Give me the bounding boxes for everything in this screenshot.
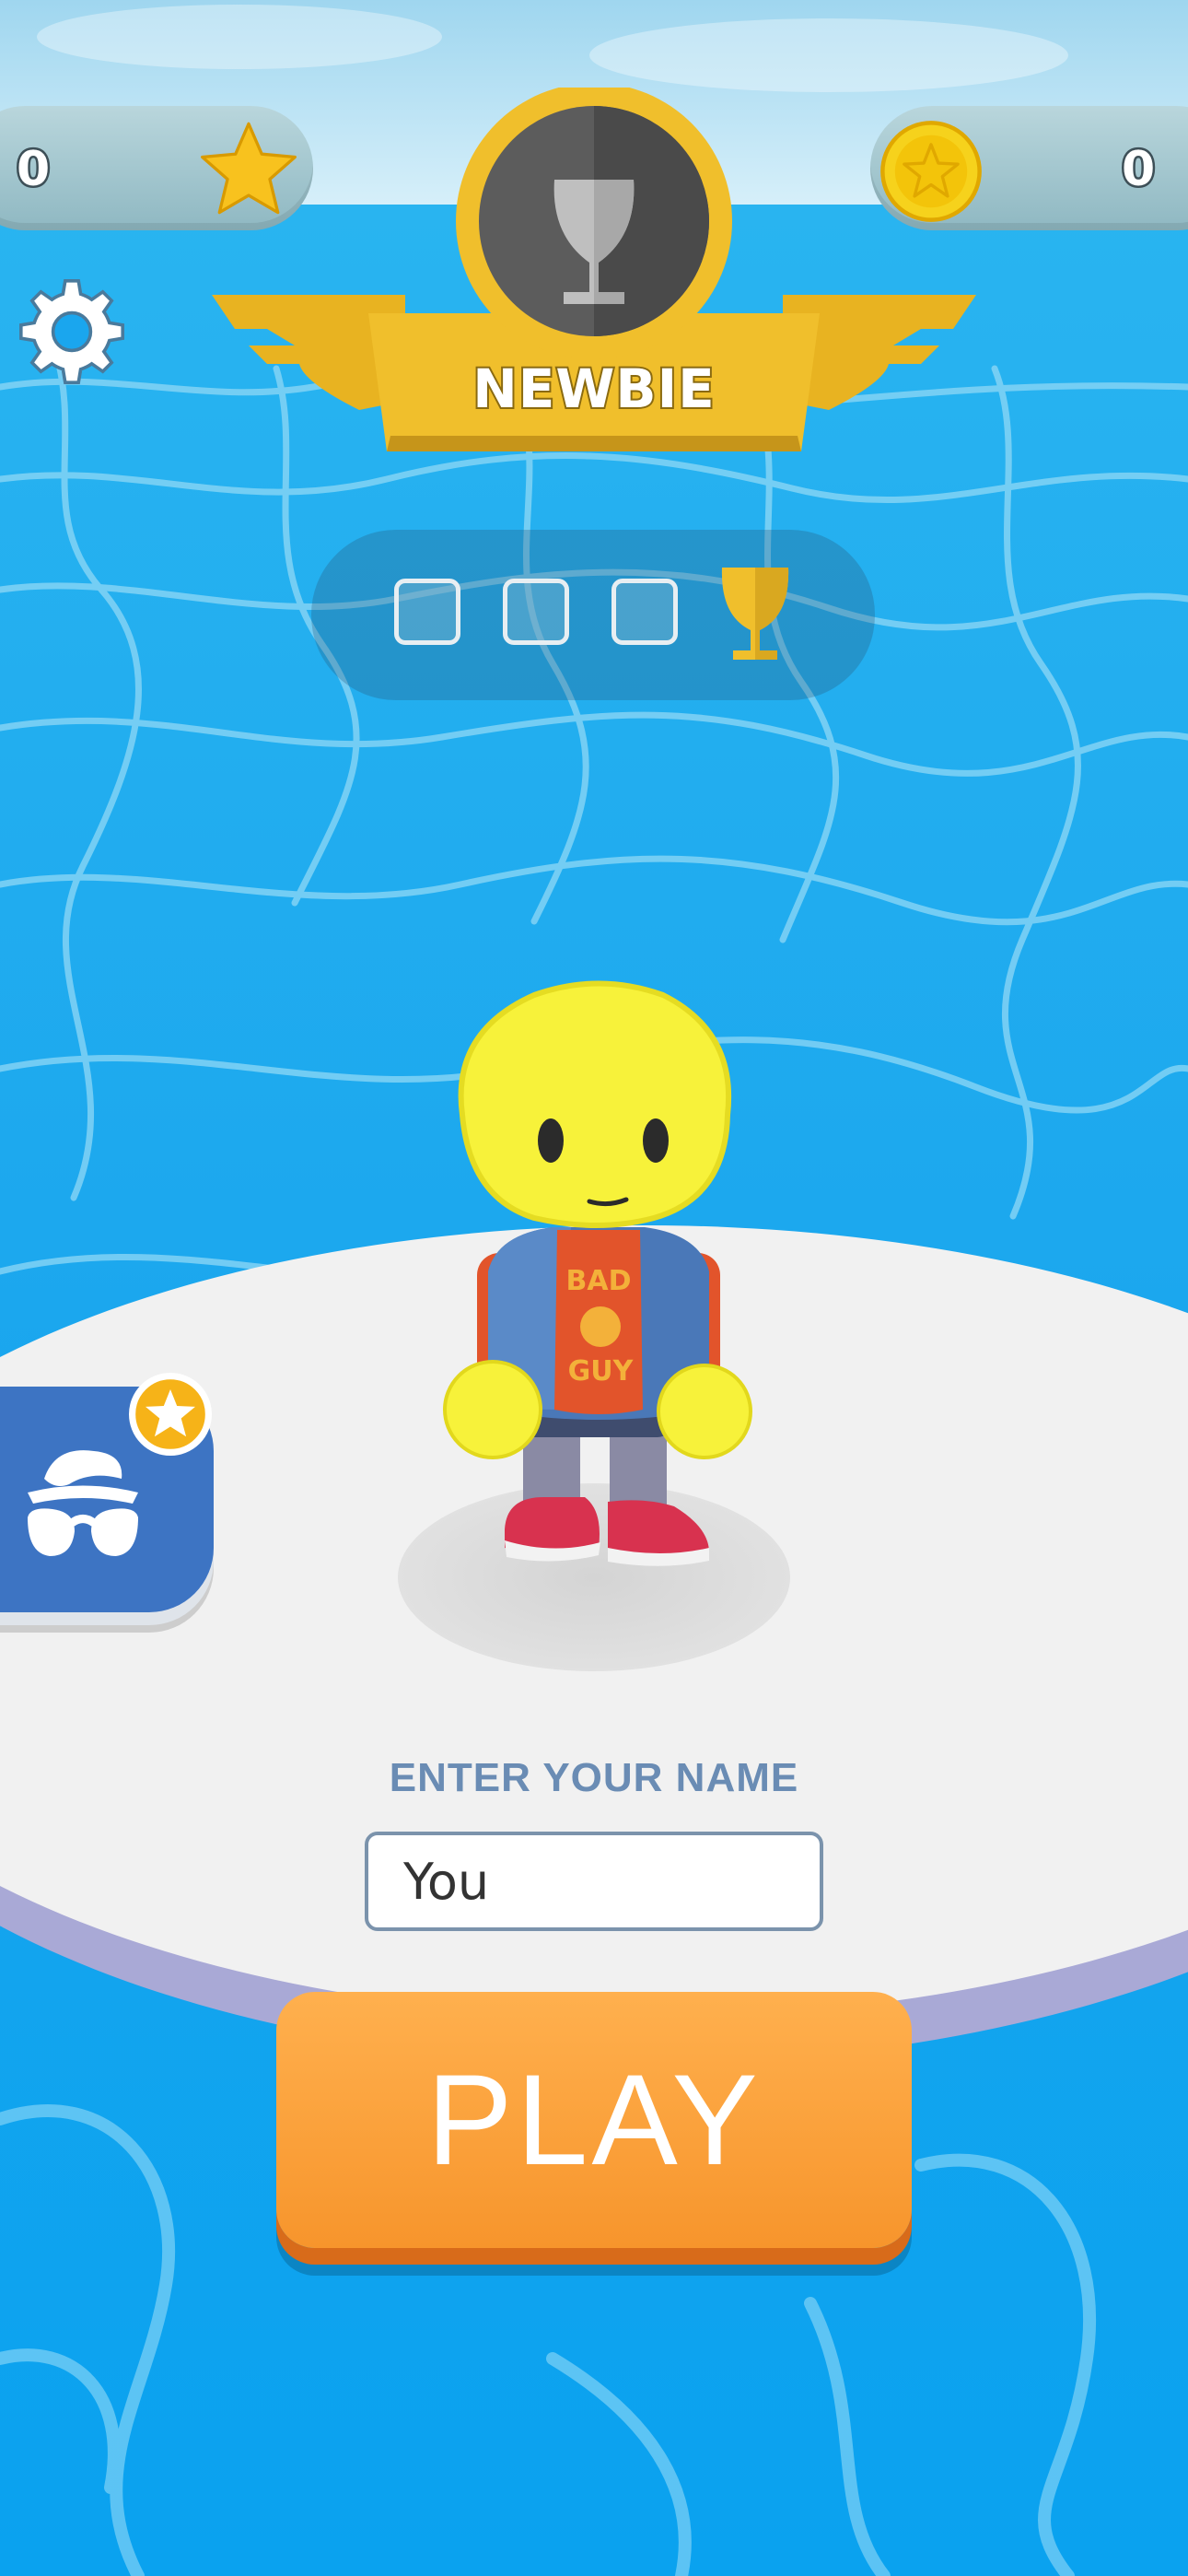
gear-icon[interactable] [17,276,127,387]
play-button[interactable]: PLAY [276,1992,912,2248]
progress-slot [611,579,678,645]
player-character: BAD GUY [443,980,752,1566]
outfit-star-badge-icon [129,1373,212,1456]
shirt-text-top: BAD [566,1265,632,1297]
progress-slot [503,579,569,645]
name-input[interactable] [365,1832,823,1931]
shirt-text-bottom: GUY [568,1355,635,1388]
rank-title: NEWBIE [471,356,716,422]
stars-count: 0 [14,142,52,197]
name-label: ENTER YOUR NAME [389,1755,799,1800]
rank-goal-trophy-icon [721,568,789,660]
coins-count: 0 [1119,142,1157,197]
disguise-icon [28,1450,138,1556]
progress-slot [394,579,460,645]
